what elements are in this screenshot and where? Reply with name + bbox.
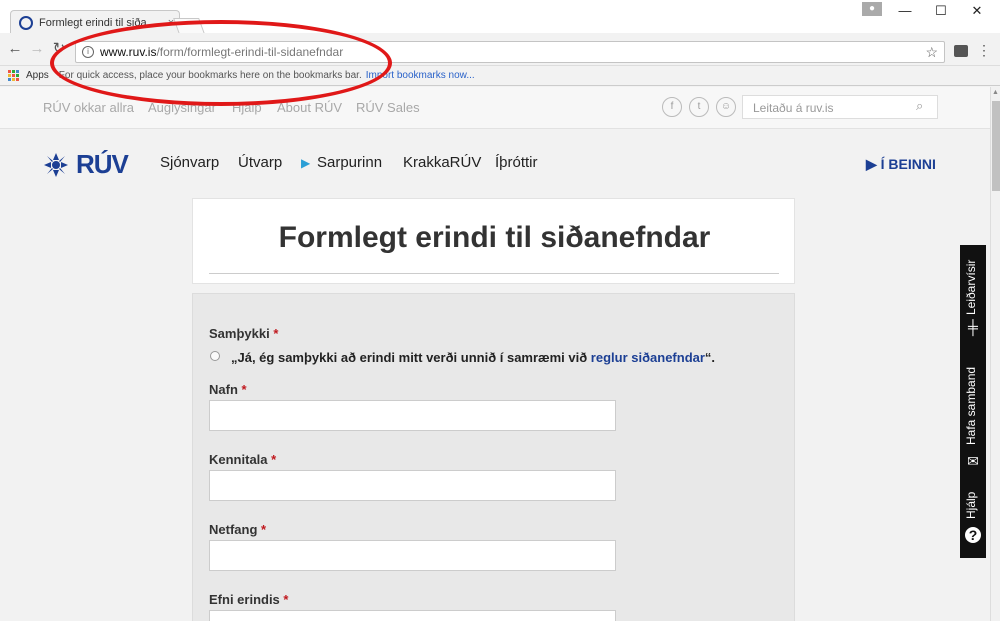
browser-tabstrip: Formlegt erindi til siða... × ● — ☐ ✕ [0,0,1000,34]
nav-sarpurinn[interactable]: Sarpurinn [317,154,382,171]
page-title: Formlegt erindi til siðanefndar [278,221,711,254]
subject-label: Efni erindis * [209,592,289,607]
live-button[interactable]: ▶ Í BEINNI [866,156,936,173]
page-scrollbar[interactable]: ▲ [990,87,1000,621]
topnav-link-hjalp[interactable]: Hjálp [232,100,262,115]
main-nav: RÚV Sjónvarp Útvarp ▶ Sarpurinn KrakkaRÚ… [0,129,990,197]
envelope-icon[interactable]: ✉ [965,453,981,469]
close-window-button[interactable]: ✕ [960,0,994,22]
extension-icon[interactable] [954,45,968,57]
help-question-icon[interactable]: ? [965,527,981,543]
email-field[interactable] [209,540,616,571]
search-icon[interactable]: ⌕ [916,98,923,114]
logo-text: RÚV [76,149,129,179]
nav-krakkaruv[interactable]: KrakkaRÚV [403,154,481,171]
side-help-panel: Leiðarvísir ╪ Hafa samband ✉ Hjálp ? [960,245,986,558]
apps-grid-icon[interactable] [8,69,20,82]
email-label: Netfang * [209,522,267,537]
ruv-logo[interactable]: RÚV [42,149,129,180]
sidebar-item-leidarvisir[interactable]: Leiðarvísir [964,260,978,315]
browser-menu-icon[interactable]: ⋮ [977,42,991,59]
name-label: Nafn * [209,382,247,397]
browser-tab[interactable]: Formlegt erindi til siða... × [10,10,180,34]
twitter-icon[interactable]: t [689,97,709,117]
url-host: www.ruv.is [100,45,157,59]
sidebar-item-hjalp[interactable]: Hjálp [964,492,978,519]
ruv-favicon-icon [19,15,33,30]
browser-toolbar: ← → ↻ i www.ruv.is/form/formlegt-erindi-… [0,33,1000,66]
minimize-button[interactable]: — [888,0,922,22]
accessibility-icon[interactable]: ☺ [716,97,736,117]
apps-link[interactable]: Apps [26,70,49,81]
new-tab-button[interactable] [173,18,205,34]
back-arrow-icon[interactable]: ← [6,40,24,58]
nav-ithrottir[interactable]: Íþróttir [495,154,538,171]
web-page: RÚV okkar allra Auglýsingar Hjálp About … [0,87,990,621]
rules-link[interactable]: reglur siðanefndar [591,350,705,365]
topnav-link-auglysingar[interactable]: Auglýsingar [148,100,216,115]
info-icon[interactable]: i [82,46,94,58]
import-bookmarks-link[interactable]: Import bookmarks now... [366,70,475,81]
form-title-card: Formlegt erindi til siðanefndar [192,198,795,284]
url-path: /form/formlegt-erindi-til-sidanefndar [156,45,344,59]
site-search-input[interactable]: Leitaðu á ruv.is [742,95,938,119]
kennitala-field[interactable] [209,470,616,501]
forward-arrow-icon[interactable]: → [28,40,46,58]
maximize-button[interactable]: ☐ [924,0,958,22]
kennitala-label: Kennitala * [209,452,277,467]
bookmarks-bar: Apps For quick access, place your bookma… [0,66,1000,86]
play-triangle-icon: ▶ [301,156,311,170]
address-bar[interactable]: i www.ruv.is/form/formlegt-erindi-til-si… [75,41,945,63]
nav-sjonvarp[interactable]: Sjónvarp [160,154,219,171]
scroll-thumb[interactable] [992,101,1000,191]
topnav-link-ruv-okkar-allra[interactable]: RÚV okkar allra [43,100,134,115]
ruv-logo-icon [42,151,70,179]
topnav-link-sales[interactable]: RÚV Sales [356,100,420,115]
scroll-up-icon[interactable]: ▲ [992,89,999,96]
subject-field[interactable] [209,610,616,621]
top-utility-nav: RÚV okkar allra Auglýsingar Hjálp About … [0,87,990,129]
bookmark-star-icon[interactable]: ☆ [925,44,938,61]
name-field[interactable] [209,400,616,431]
nav-utvarp[interactable]: Útvarp [238,154,282,171]
signpost-icon[interactable]: ╪ [965,319,981,335]
title-divider [209,273,779,274]
facebook-icon[interactable]: f [662,97,682,117]
form-card: Samþykki * „Já, ég samþykki að erindi mi… [192,293,795,621]
required-mark: * [273,326,279,341]
topnav-link-about[interactable]: About RÚV [277,100,342,115]
consent-text: „Já, ég samþykki að erindi mitt verði un… [231,350,716,365]
consent-radio[interactable] [210,351,220,361]
consent-label: Samþykki * [209,326,279,341]
reload-icon[interactable]: ↻ [50,40,68,58]
profile-icon[interactable]: ● [862,2,882,16]
tab-title: Formlegt erindi til siða... [39,16,156,29]
sidebar-item-hafa-samband[interactable]: Hafa samband [964,367,978,445]
bookmarks-hint: For quick access, place your bookmarks h… [58,70,362,81]
